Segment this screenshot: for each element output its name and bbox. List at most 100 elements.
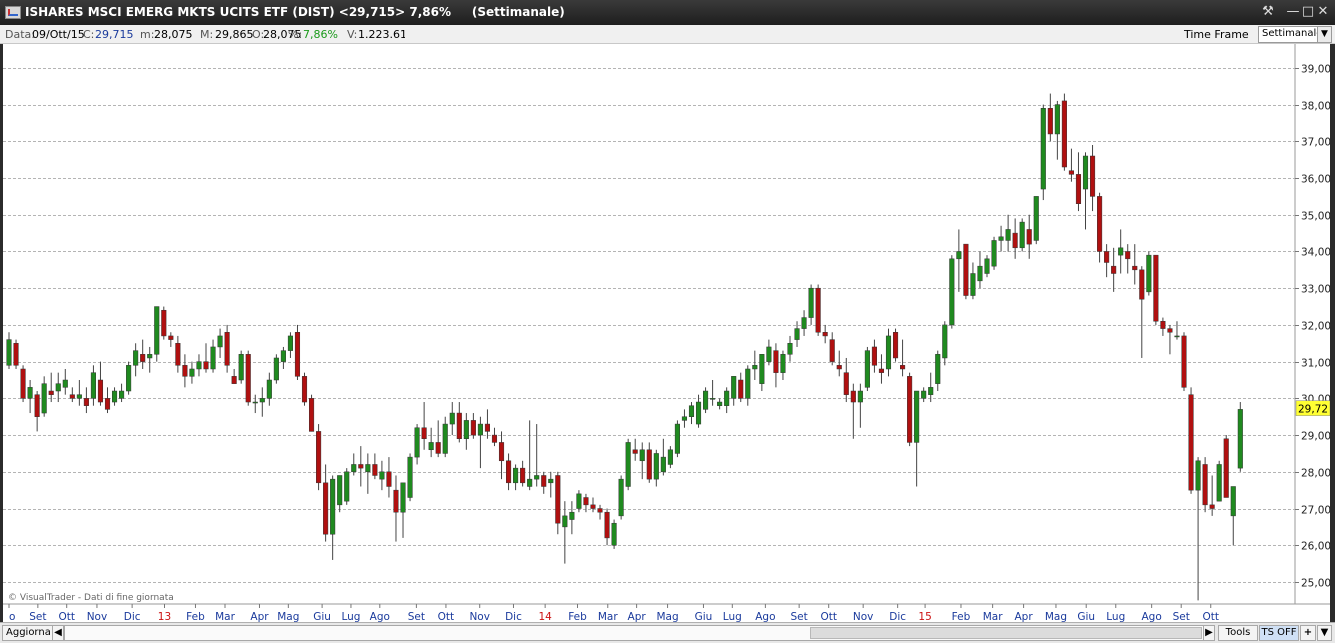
candle-up [935,354,941,384]
candle-down [1061,100,1067,168]
candle-up [1033,196,1039,241]
maximize-button[interactable]: □ [1300,4,1316,20]
y-tick-label: 29,00 [1301,431,1330,443]
min-label: m: [140,28,155,41]
candle-up [287,335,293,351]
scrollbar-thumb[interactable] [810,627,1202,639]
candle-down [301,376,308,403]
candle-down [175,343,181,366]
x-month-label: Mar [598,611,618,622]
x-year-label: 14 [538,611,552,622]
scroll-arrow-down-icon[interactable]: ▼ [1317,625,1332,641]
chevron-down-icon[interactable]: ▼ [1317,27,1331,42]
tools-button[interactable]: Tools [1218,625,1258,641]
ts-off-button[interactable]: TS OFF [1259,625,1299,641]
scroll-right-arrow-icon[interactable]: ▶ [1203,625,1215,641]
candle-down [836,365,842,370]
candle-down [358,464,364,469]
candle-up [477,423,483,436]
add-button[interactable]: + [1300,625,1316,641]
candle-up [618,478,624,517]
x-month-label: Giu [1077,611,1095,622]
candle-up [27,387,33,399]
x-month-label: o [9,611,15,622]
x-month-label: Mar [215,611,235,622]
candle-up [921,390,927,399]
candlestick-chart[interactable]: 25,0026,0027,0028,0029,0030,0031,0032,00… [3,44,1330,622]
candle-down [963,243,969,296]
candle-down [470,420,476,436]
candle-up [1195,460,1201,491]
pct-value: 7,86% [303,28,338,41]
y-tick-label: 37,00 [1301,137,1330,149]
candle-up [1230,486,1236,517]
candle-up [252,401,258,404]
candle-up [400,482,406,513]
x-month-label: Apr [250,611,269,622]
update-button[interactable]: Aggiorna [2,625,53,641]
candle-up [147,354,153,359]
time-frame-label: Time Frame [1184,28,1249,41]
window-title: ISHARES MSCI EMERG MKTS UCITS ETF (DIST)… [25,5,451,19]
candle-up [6,339,12,366]
candle-up [351,464,357,473]
candle-down [590,504,596,509]
candle-up [639,449,645,462]
candle-up [407,456,413,498]
app-icon [5,6,21,19]
candle-down [1111,265,1117,274]
chart-area[interactable]: 25,00 26,00 27,00 28,00 29,00 30,00 31,00 32,00… [3,44,1330,622]
candle-up [674,423,680,454]
candle-up [998,236,1004,241]
minimize-button[interactable]: — [1285,4,1301,20]
candle-down [646,449,652,480]
scroll-left-arrow-icon[interactable]: ◀ [52,625,64,641]
bottom-bar: Aggiorna ◀ ▶ Tools TS OFF + ▼ [0,622,1335,643]
candle-down [506,460,512,484]
horizontal-scrollbar[interactable] [64,625,1204,641]
candle-down [1089,155,1096,197]
candle-down [900,365,906,370]
candle-down [308,398,315,432]
candle-up [970,273,976,296]
candle-down [421,427,427,440]
y-tick-label: 26,00 [1301,541,1330,553]
pct-label: %: [288,28,303,41]
x-month-label: Feb [186,611,205,622]
x-month-label: Ott [820,611,837,622]
candle-down [850,390,856,403]
x-month-label: Dic [124,611,141,622]
candle-up [956,251,962,260]
time-frame-select[interactable]: Settimanale ▼ [1258,26,1332,43]
candle-up [210,346,216,370]
candle-up [1040,108,1046,190]
candle-down [245,354,251,403]
close-button[interactable]: ✕ [1315,4,1331,20]
max-value: 29,865 [215,28,254,41]
close-value: 29,715 [95,28,134,41]
candle-down [104,398,111,410]
candle-up [1019,221,1025,249]
candle-up [864,350,870,388]
candle-up [653,453,659,480]
candle-up [330,478,336,535]
settings-wrench-icon[interactable]: ⚒ [1260,4,1276,20]
candle-down [168,335,174,340]
candle-down [1125,251,1131,260]
candle-down [316,431,322,484]
candle-down [843,372,849,395]
candle-up [928,387,934,395]
min-value: 28,075 [154,28,193,41]
candle-down [231,376,237,384]
candle-up [463,420,469,440]
candle-up [513,467,519,484]
candle-down [871,346,877,366]
x-month-label: Ago [1142,611,1162,622]
x-month-label: Feb [568,611,587,622]
y-tick-label: 33,00 [1301,284,1330,296]
candle-up [90,372,96,399]
x-month-label: Set [791,611,808,622]
candle-down [604,511,610,539]
candle-down [48,390,54,395]
x-month-label: Lug [723,611,742,622]
